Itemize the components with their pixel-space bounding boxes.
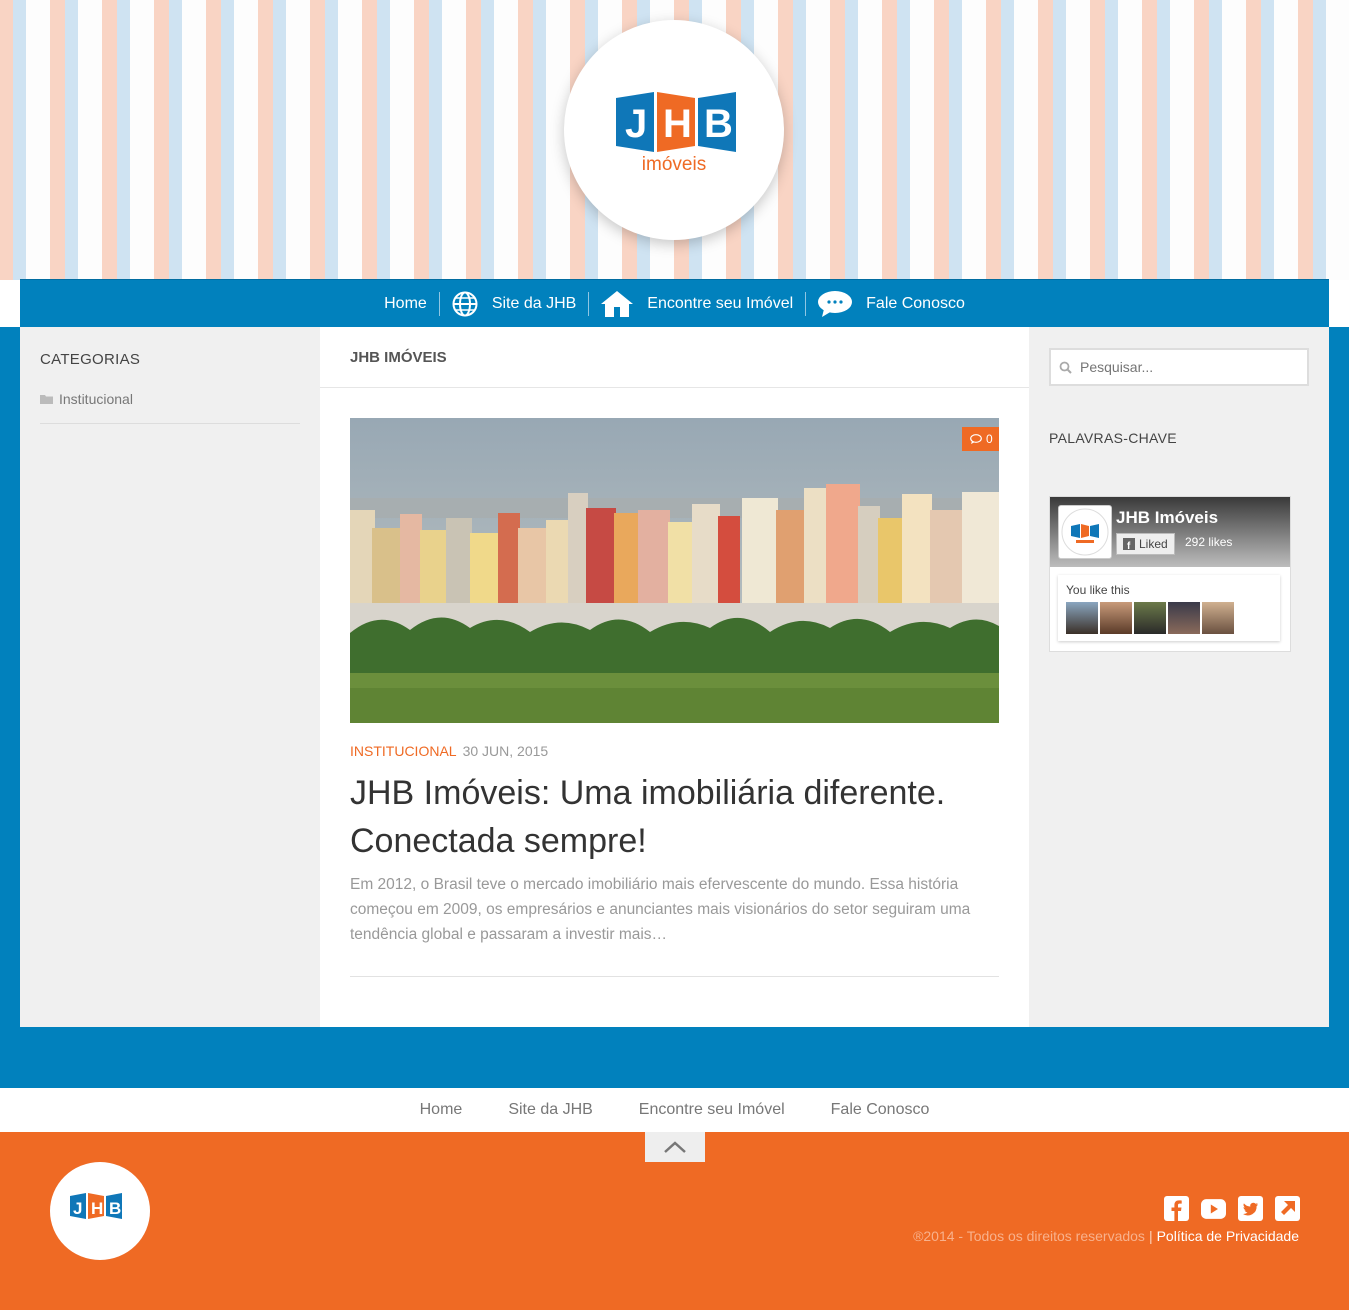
header-pattern: J H B imóveis bbox=[0, 0, 1349, 280]
external-link-icon[interactable] bbox=[1275, 1196, 1300, 1221]
avatar[interactable] bbox=[1134, 602, 1166, 634]
copyright-separator: | bbox=[1148, 1228, 1153, 1244]
back-to-top-button[interactable] bbox=[645, 1132, 705, 1162]
footer-nav-find-property[interactable]: Encontre seu Imóvel bbox=[639, 1101, 785, 1119]
nav-item-label: Fale Conosco bbox=[866, 295, 965, 312]
facebook-page-logo[interactable] bbox=[1058, 505, 1112, 559]
post-title[interactable]: JHB Imóveis: Uma imobiliária diferente. … bbox=[350, 769, 999, 865]
post-excerpt: Em 2012, o Brasil teve o mercado imobili… bbox=[350, 876, 971, 943]
nav-item-label: Encontre seu Imóvel bbox=[647, 295, 794, 312]
category-item[interactable]: Institucional bbox=[40, 391, 133, 407]
comment-count-badge[interactable]: 0 bbox=[962, 427, 999, 451]
nav-item-label: Site da JHB bbox=[491, 295, 577, 312]
youtube-icon[interactable] bbox=[1201, 1196, 1226, 1221]
speech-bubble-icon bbox=[818, 291, 853, 317]
folder-icon bbox=[40, 394, 53, 404]
search-input[interactable] bbox=[1078, 358, 1302, 376]
svg-text:J: J bbox=[625, 102, 647, 146]
chevron-up-icon bbox=[663, 1140, 687, 1154]
house-icon bbox=[601, 291, 634, 317]
section-header: JHB IMÓVEIS bbox=[320, 327, 1029, 388]
divider bbox=[350, 976, 999, 977]
twitter-icon[interactable] bbox=[1238, 1196, 1263, 1221]
nav-item-home[interactable]: Home bbox=[372, 292, 439, 316]
keywords-title: PALAVRAS-CHAVE bbox=[1049, 430, 1177, 446]
content-area: CATEGORIAS Institucional JHB IMÓVEIS 0 I… bbox=[20, 327, 1329, 1027]
footer: J H B ®2014 - Todos os direitos reservad… bbox=[0, 1132, 1349, 1310]
avatar[interactable] bbox=[1168, 602, 1200, 634]
categories-title: CATEGORIAS bbox=[40, 351, 141, 368]
comment-count: 0 bbox=[986, 432, 993, 446]
footer-nav-site[interactable]: Site da JHB bbox=[508, 1101, 592, 1119]
facebook-friend-avatars bbox=[1066, 602, 1234, 634]
main-column: JHB IMÓVEIS 0 INSTITUCIONAL 30 JUN, 2015… bbox=[320, 327, 1029, 1027]
avatar[interactable] bbox=[1202, 602, 1234, 634]
facebook-widget: JHB Imóveis f Liked 292 likes You like t… bbox=[1049, 496, 1291, 652]
svg-text:B: B bbox=[704, 102, 733, 146]
post-thumbnail[interactable] bbox=[350, 418, 999, 723]
footer-nav-contact[interactable]: Fale Conosco bbox=[831, 1101, 930, 1119]
right-sidebar: PALAVRAS-CHAVE JHB Imóveis f Liked 292 l… bbox=[1029, 327, 1329, 1027]
avatar[interactable] bbox=[1100, 602, 1132, 634]
search-icon bbox=[1059, 361, 1072, 374]
post-meta: INSTITUCIONAL 30 JUN, 2015 bbox=[350, 743, 548, 759]
social-links bbox=[1164, 1196, 1300, 1221]
comment-icon bbox=[970, 434, 982, 444]
svg-text:J: J bbox=[73, 1199, 82, 1218]
facebook-icon: f bbox=[1123, 538, 1135, 550]
avatar[interactable] bbox=[1066, 602, 1098, 634]
search-box[interactable] bbox=[1049, 348, 1309, 386]
nav-item-find-property[interactable]: Encontre seu Imóvel bbox=[589, 291, 805, 317]
facebook-friends-card: You like this bbox=[1058, 575, 1280, 641]
nav-item-site[interactable]: Site da JHB bbox=[440, 291, 588, 317]
footer-logo[interactable]: J H B bbox=[50, 1162, 150, 1260]
facebook-likes-count: 292 likes bbox=[1185, 535, 1233, 549]
nav-item-contact[interactable]: Fale Conosco bbox=[806, 291, 977, 317]
footer-nav: Home Site da JHB Encontre seu Imóvel Fal… bbox=[0, 1088, 1349, 1132]
main-nav: Home Site da JHB Encontre seu Imóvel Fal… bbox=[20, 279, 1329, 328]
facebook-liked-button[interactable]: f Liked bbox=[1116, 533, 1175, 555]
privacy-policy-link[interactable]: Política de Privacidade bbox=[1157, 1228, 1299, 1244]
svg-text:H: H bbox=[663, 102, 692, 146]
svg-text:H: H bbox=[91, 1199, 103, 1218]
facebook-icon[interactable] bbox=[1164, 1196, 1189, 1221]
copyright-line: ®2014 - Todos os direitos reservados | Pol… bbox=[913, 1228, 1299, 1244]
divider bbox=[40, 423, 300, 424]
post-category[interactable]: INSTITUCIONAL bbox=[350, 743, 457, 759]
footer-nav-home[interactable]: Home bbox=[420, 1101, 463, 1119]
site-logo[interactable]: J H B imóveis bbox=[564, 20, 784, 240]
category-label: Institucional bbox=[59, 391, 133, 407]
logo-mark-icon: J H B bbox=[616, 92, 736, 152]
nav-item-label: Home bbox=[384, 295, 427, 312]
facebook-you-like: You like this bbox=[1066, 583, 1130, 597]
facebook-page-name[interactable]: JHB Imóveis bbox=[1116, 508, 1218, 528]
globe-icon bbox=[452, 291, 478, 317]
section-title: JHB IMÓVEIS bbox=[350, 349, 447, 366]
post-date: 30 JUN, 2015 bbox=[462, 743, 549, 759]
facebook-liked-label: Liked bbox=[1139, 537, 1168, 551]
left-sidebar: CATEGORIAS Institucional bbox=[20, 327, 319, 1027]
logo-subtitle: imóveis bbox=[641, 154, 707, 175]
svg-text:B: B bbox=[109, 1199, 121, 1218]
copyright-text: ®2014 - Todos os direitos reservados bbox=[913, 1228, 1145, 1244]
